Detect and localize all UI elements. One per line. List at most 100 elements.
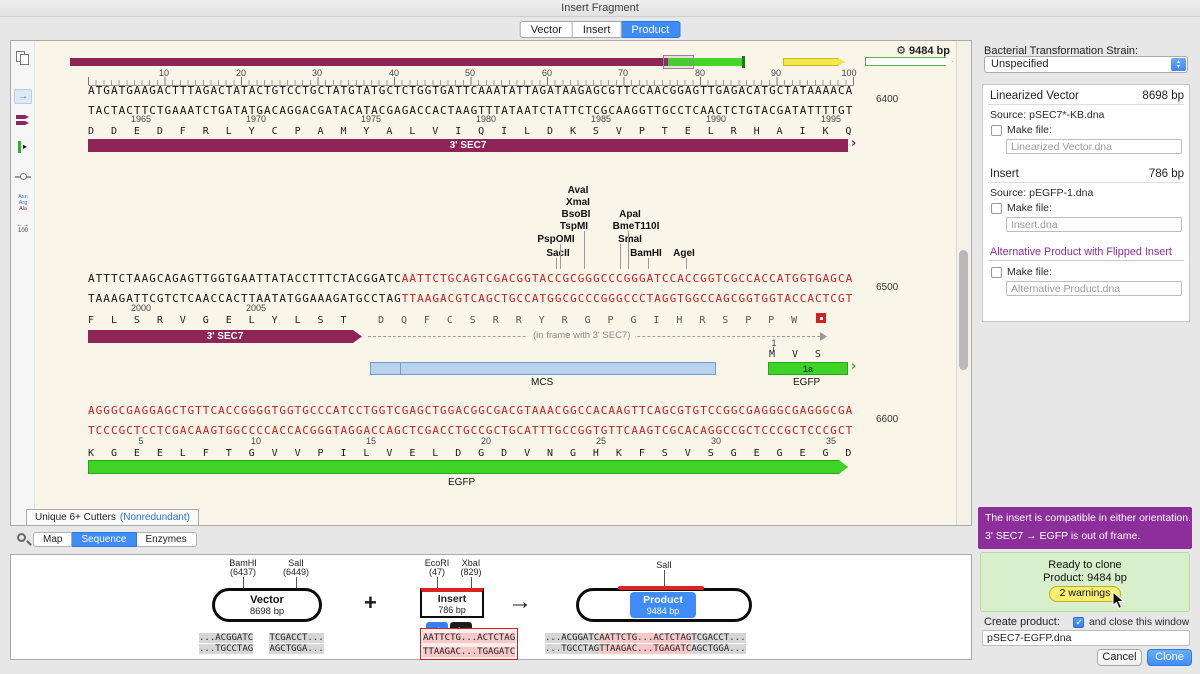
strain-select[interactable]: Unspecified: [984, 56, 1188, 73]
enzyme-agei[interactable]: AgeI: [673, 248, 695, 259]
feature-sec7[interactable]: 3' SEC7: [88, 330, 362, 343]
bp-position: 6500: [876, 282, 898, 293]
copy-tool-icon[interactable]: [11, 50, 35, 66]
enzyme-mark-icon: [18, 141, 21, 153]
bp-position: 6600: [876, 414, 898, 425]
translation-display-icon[interactable]: Asn Arg Ala: [11, 194, 35, 212]
insert-bp: 786 bp: [1090, 168, 1184, 180]
vector-source: Source: pSEC7*-KB.dna: [990, 109, 1104, 121]
translation-row-inframe: D Q F C S R R Y R G P G I H R S P P W: [378, 315, 799, 326]
insert-fragment-tool-icon[interactable]: →: [11, 86, 35, 104]
features-tool-icon[interactable]: [11, 114, 35, 126]
translation-row: K G E E L F T G V V P I L V E L D G D V …: [88, 448, 853, 459]
clone-button[interactable]: Clone: [1147, 649, 1192, 666]
enzymes-tool-icon[interactable]: ▸: [11, 140, 35, 154]
numbering-tool-icon[interactable]: ←→ 100: [11, 222, 35, 234]
tab-product[interactable]: Product: [621, 21, 680, 38]
aa-tick: 1965: [131, 114, 151, 124]
vector-enzyme1-pos: (6437): [230, 567, 256, 577]
aa-tick: 15: [366, 436, 376, 446]
strain-value: Unspecified: [991, 58, 1048, 70]
insert-file-input[interactable]: [1006, 217, 1182, 232]
insert-name: Insert: [438, 593, 467, 605]
vector-makefile-label: Make file:: [1007, 124, 1052, 136]
result-arrow-icon: →: [508, 588, 532, 616]
cutters-tab[interactable]: Unique 6+ Cutters (Nonredundant): [26, 509, 199, 526]
enzyme-bsobi[interactable]: BsoBI: [562, 209, 591, 220]
ruler-num: 90: [771, 68, 781, 78]
feature-mcs[interactable]: [370, 362, 716, 375]
tab-insert[interactable]: Insert: [573, 21, 622, 38]
tab-enzymes[interactable]: Enzymes: [137, 532, 197, 547]
zoom-slider-icon[interactable]: [11, 172, 35, 182]
tab-vector[interactable]: Vector: [520, 21, 573, 38]
feature-egfp[interactable]: 1a: [768, 362, 848, 375]
bottom-strand: TCCCGCTCCTCGACAAGTGGCCCCACCACGGGTAGGACCA…: [88, 424, 853, 437]
enzyme-bamhi[interactable]: BamHI: [630, 248, 662, 259]
feature-bar-icon2: [16, 121, 29, 125]
translation-row: D D E D F R L Y C P A M Y A L V I Q I L …: [88, 126, 853, 137]
bottom-strand: TAAAGATTCGTCTCAACCACTTAATATGGAAAGATGCCTA…: [88, 292, 853, 305]
total-bp: ⚙ 9484 bp: [858, 44, 950, 57]
feature-egfp-bar[interactable]: [88, 460, 848, 474]
ruler-num: 60: [542, 68, 552, 78]
alt-product-title: Alternative Product with Flipped Insert: [990, 246, 1172, 258]
overview-feature-yellow: [783, 58, 845, 66]
divider: [988, 104, 1184, 105]
cut-line: [437, 577, 438, 588]
insert-end-sequences: AATTCTG...ACTCTAG TTAAGAC...TGAGATC: [420, 628, 518, 660]
ruler-num: 40: [389, 68, 399, 78]
vector-file-input[interactable]: [1006, 139, 1182, 154]
total-bp-value: 9484 bp: [909, 45, 950, 57]
enzyme-avai[interactable]: AvaI: [568, 185, 589, 196]
enzyme-xmai[interactable]: XmaI: [566, 197, 590, 208]
enzyme-pspomi[interactable]: PspOMI: [537, 234, 574, 245]
overview-feature-outline: [865, 57, 953, 66]
enzyme-bmet110i[interactable]: BmeT110I: [613, 221, 660, 232]
ruler-num: 30: [312, 68, 322, 78]
scrollbar-thumb[interactable]: [959, 250, 968, 370]
enzyme-sacii[interactable]: SacII: [546, 248, 569, 259]
top-strand: ATGATGAAGACTTTAGACTATACTGTCCTGCTATGTATGC…: [88, 84, 853, 97]
vector-bp: 8698 bp: [250, 606, 284, 617]
close-window-checkbox[interactable]: [1073, 617, 1084, 628]
arrow-icon: ▸: [23, 142, 27, 151]
aa-tick: 1995: [821, 114, 841, 124]
vector-enzyme2-pos: (6449): [283, 567, 309, 577]
alt-makefile-checkbox[interactable]: [991, 267, 1002, 278]
tab-sequence[interactable]: Sequence: [72, 532, 136, 547]
orientation-warning-box: The insert is compatible in either orien…: [978, 507, 1192, 549]
divider: [988, 182, 1184, 183]
vector-end-sequences: ...TGCCTAG AGCTGGA...: [199, 641, 324, 655]
overview-view-selection[interactable]: [663, 55, 694, 69]
create-product-label: Create product:: [984, 616, 1060, 628]
enzyme-smai[interactable]: SmaI: [618, 234, 642, 245]
copy-icon-back: [20, 54, 29, 65]
insert-makefile-checkbox[interactable]: [991, 203, 1002, 214]
aa-tick: 2005: [246, 303, 266, 313]
alt-file-input[interactable]: [1006, 281, 1182, 296]
gear-icon[interactable]: ⚙: [896, 45, 906, 57]
cut-line: [471, 577, 472, 588]
cancel-button[interactable]: Cancel: [1097, 649, 1142, 666]
green-arrow-icon: →: [14, 89, 32, 104]
inframe-note: (in frame with 3' SEC7): [528, 330, 635, 341]
product-filename-input[interactable]: [982, 630, 1190, 646]
magnifier-icon[interactable]: [17, 533, 26, 542]
tab-map[interactable]: Map: [33, 532, 72, 547]
warnings-button[interactable]: 2 warnings: [1049, 586, 1121, 602]
vector-makefile-checkbox[interactable]: [991, 125, 1002, 136]
feature-sec7[interactable]: 3' SEC7: [88, 139, 848, 152]
slider-knob-icon: [20, 173, 27, 180]
enzyme-apai[interactable]: ApaI: [619, 209, 641, 220]
plus-icon: +: [364, 590, 377, 616]
nonredundant-link[interactable]: (Nonredundant): [120, 512, 190, 523]
feature-continues-chevron: ›: [851, 359, 856, 374]
product-bp: 9484 bp: [647, 606, 680, 616]
vector-bp: 8698 bp: [1090, 90, 1184, 102]
product-enzyme: SalI: [656, 560, 672, 570]
alt-makefile-label: Make file:: [1007, 266, 1052, 278]
ruler-num: 100: [841, 68, 856, 78]
overview-vector-segment: [70, 58, 668, 66]
insert-title: Insert: [990, 168, 1019, 180]
